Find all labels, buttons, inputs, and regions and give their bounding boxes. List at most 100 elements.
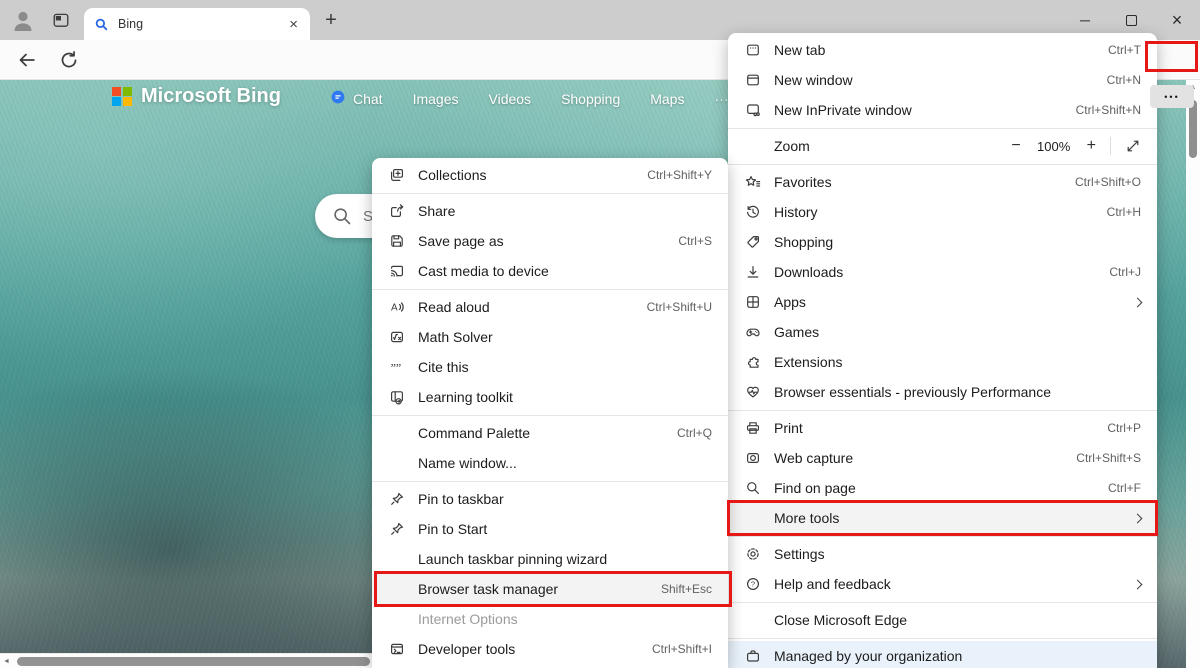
menu-item-math-solver[interactable]: Math Solver: [372, 322, 728, 352]
bing-nav-videos[interactable]: Videos: [489, 91, 532, 107]
menu-item-label: Managed by your organization: [774, 648, 1141, 664]
menu-item-label: Downloads: [774, 264, 1097, 280]
nav-label: Videos: [489, 91, 532, 107]
menu-item-label: Web capture: [774, 450, 1064, 466]
chevron-right-icon: [1133, 579, 1143, 589]
menu-item-web-capture[interactable]: Web captureCtrl+Shift+S: [728, 443, 1157, 473]
cite-icon: ””: [389, 359, 405, 375]
bing-nav-maps[interactable]: Maps: [650, 91, 684, 107]
more-tools-submenu: CollectionsCtrl+Shift+Y ShareSave page as…: [372, 158, 728, 668]
shortcut-label: Ctrl+Shift+N: [1076, 103, 1141, 117]
menu-item-pin-to-start[interactable]: Pin to Start: [372, 514, 728, 544]
history-icon: [745, 204, 761, 220]
menu-item-launch-taskbar-pinning-wizard[interactable]: Launch taskbar pinning wizard: [372, 544, 728, 574]
help-icon: ?: [745, 576, 761, 592]
menu-item-cite-this[interactable]: ””Cite this: [372, 352, 728, 382]
menu-item-name-window[interactable]: Name window...: [372, 448, 728, 478]
menu-item-label: Pin to taskbar: [418, 491, 712, 507]
menu-item-browser-task-manager[interactable]: Browser task managerShift+Esc: [372, 574, 728, 604]
scroll-left-icon[interactable]: ◄: [3, 658, 10, 665]
fullscreen-icon[interactable]: [1125, 138, 1141, 154]
blank-icon: [389, 581, 405, 597]
menu-item-close-microsoft-edge[interactable]: Close Microsoft Edge: [728, 605, 1157, 635]
menu-item-extensions[interactable]: Extensions: [728, 347, 1157, 377]
bing-nav-shopping[interactable]: Shopping: [561, 91, 620, 107]
zoom-out-button[interactable]: −: [1011, 137, 1020, 155]
bing-nav-[interactable]: ···: [714, 91, 728, 107]
menu-item-label: Read aloud: [418, 299, 635, 315]
shortcut-label: Ctrl+S: [678, 234, 712, 248]
tab-close-icon[interactable]: ×: [287, 16, 300, 33]
shortcut-label: Ctrl+Shift+U: [647, 300, 712, 314]
menu-item-zoom[interactable]: Zoom−100%+: [728, 131, 1157, 161]
menu-item-read-aloud[interactable]: ARead aloudCtrl+Shift+U: [372, 292, 728, 322]
shortcut-label: Ctrl+Shift+I: [652, 642, 712, 656]
reload-button[interactable]: [59, 50, 79, 70]
shortcut-label: Ctrl+J: [1109, 265, 1141, 279]
menu-item-label: Find on page: [774, 480, 1096, 496]
menu-item-history[interactable]: HistoryCtrl+H: [728, 197, 1157, 227]
menu-item-label: Games: [774, 324, 1141, 340]
menu-item-pin-to-taskbar[interactable]: Pin to taskbar: [372, 484, 728, 514]
menu-item-share[interactable]: Share: [372, 196, 728, 226]
menu-item-settings[interactable]: Settings: [728, 539, 1157, 569]
zoom-in-button[interactable]: +: [1087, 137, 1096, 155]
devtools-icon: [389, 641, 405, 657]
menu-item-shopping[interactable]: Shopping: [728, 227, 1157, 257]
pin-icon: [389, 491, 405, 507]
menu-item-new-window[interactable]: New windowCtrl+N: [728, 65, 1157, 95]
menu-item-learning-toolkit[interactable]: Learning toolkit: [372, 382, 728, 412]
vertical-scrollbar[interactable]: ▲: [1186, 80, 1200, 668]
vertical-scrollbar-thumb[interactable]: [1189, 100, 1197, 158]
shortcut-label: Shift+Esc: [661, 582, 712, 596]
blank-icon: [389, 611, 405, 627]
menu-divider: [728, 128, 1157, 129]
shortcut-label: Ctrl+Shift+Y: [647, 168, 712, 182]
menu-item-cast-media-to-device[interactable]: Cast media to device: [372, 256, 728, 286]
shortcut-label: Ctrl+T: [1108, 43, 1141, 57]
new-tab-icon: [745, 42, 761, 58]
bing-nav-chat[interactable]: Chat: [330, 89, 383, 108]
menu-item-apps[interactable]: Apps: [728, 287, 1157, 317]
horizontal-scrollbar[interactable]: ◄: [0, 653, 372, 668]
games-icon: [745, 324, 761, 340]
bing-nav-images[interactable]: Images: [413, 91, 459, 107]
menu-item-label: Favorites: [774, 174, 1063, 190]
menu-item-favorites[interactable]: FavoritesCtrl+Shift+O: [728, 167, 1157, 197]
horizontal-scrollbar-thumb[interactable]: [17, 657, 370, 666]
menu-item-print[interactable]: PrintCtrl+P: [728, 413, 1157, 443]
bing-logo[interactable]: Microsoft Bing: [112, 85, 281, 108]
menu-item-browser-essentials-previously-performance[interactable]: Browser essentials - previously Performa…: [728, 377, 1157, 407]
menu-item-help-and-feedback[interactable]: ? Help and feedback: [728, 569, 1157, 599]
browser-window: Bing × + ─ × https://www.bing.com •••: [0, 0, 1200, 668]
workspaces-icon[interactable]: [52, 11, 70, 29]
apps-icon: [745, 294, 761, 310]
nav-label: Maps: [650, 91, 684, 107]
menu-item-games[interactable]: Games: [728, 317, 1157, 347]
nav-label: Chat: [353, 91, 383, 107]
menu-item-label: More tools: [774, 510, 1122, 526]
essentials-icon: [745, 384, 761, 400]
menu-item-developer-tools[interactable]: Developer toolsCtrl+Shift+I: [372, 634, 728, 664]
nav-label: Shopping: [561, 91, 620, 107]
new-tab-button[interactable]: +: [318, 7, 344, 33]
briefcase-icon: [745, 648, 761, 664]
close-window-button[interactable]: ×: [1154, 0, 1200, 40]
menu-divider: [728, 410, 1157, 411]
back-button[interactable]: [17, 50, 37, 70]
browser-tab-bing[interactable]: Bing ×: [84, 8, 310, 40]
settings-and-more-button[interactable]: •••: [1150, 85, 1194, 108]
menu-item-command-palette[interactable]: Command PaletteCtrl+Q: [372, 418, 728, 448]
pin-icon: [389, 521, 405, 537]
menu-item-new-inprivate-window[interactable]: New InPrivate windowCtrl+Shift+N: [728, 95, 1157, 125]
menu-item-new-tab[interactable]: New tabCtrl+T: [728, 35, 1157, 65]
menu-item-save-page-as[interactable]: Save page asCtrl+S: [372, 226, 728, 256]
menu-item-label: Name window...: [418, 455, 712, 471]
menu-item-more-tools[interactable]: More tools: [728, 503, 1157, 533]
profile-avatar-icon[interactable]: [10, 7, 36, 33]
menu-item-managed-by-your-organization[interactable]: Managed by your organization: [728, 641, 1157, 668]
menu-item-downloads[interactable]: Downloads Ctrl+J: [728, 257, 1157, 287]
menu-item-collections[interactable]: CollectionsCtrl+Shift+Y: [372, 160, 728, 190]
menu-item-find-on-page[interactable]: Find on pageCtrl+F: [728, 473, 1157, 503]
menu-item-label: Help and feedback: [774, 576, 1122, 592]
